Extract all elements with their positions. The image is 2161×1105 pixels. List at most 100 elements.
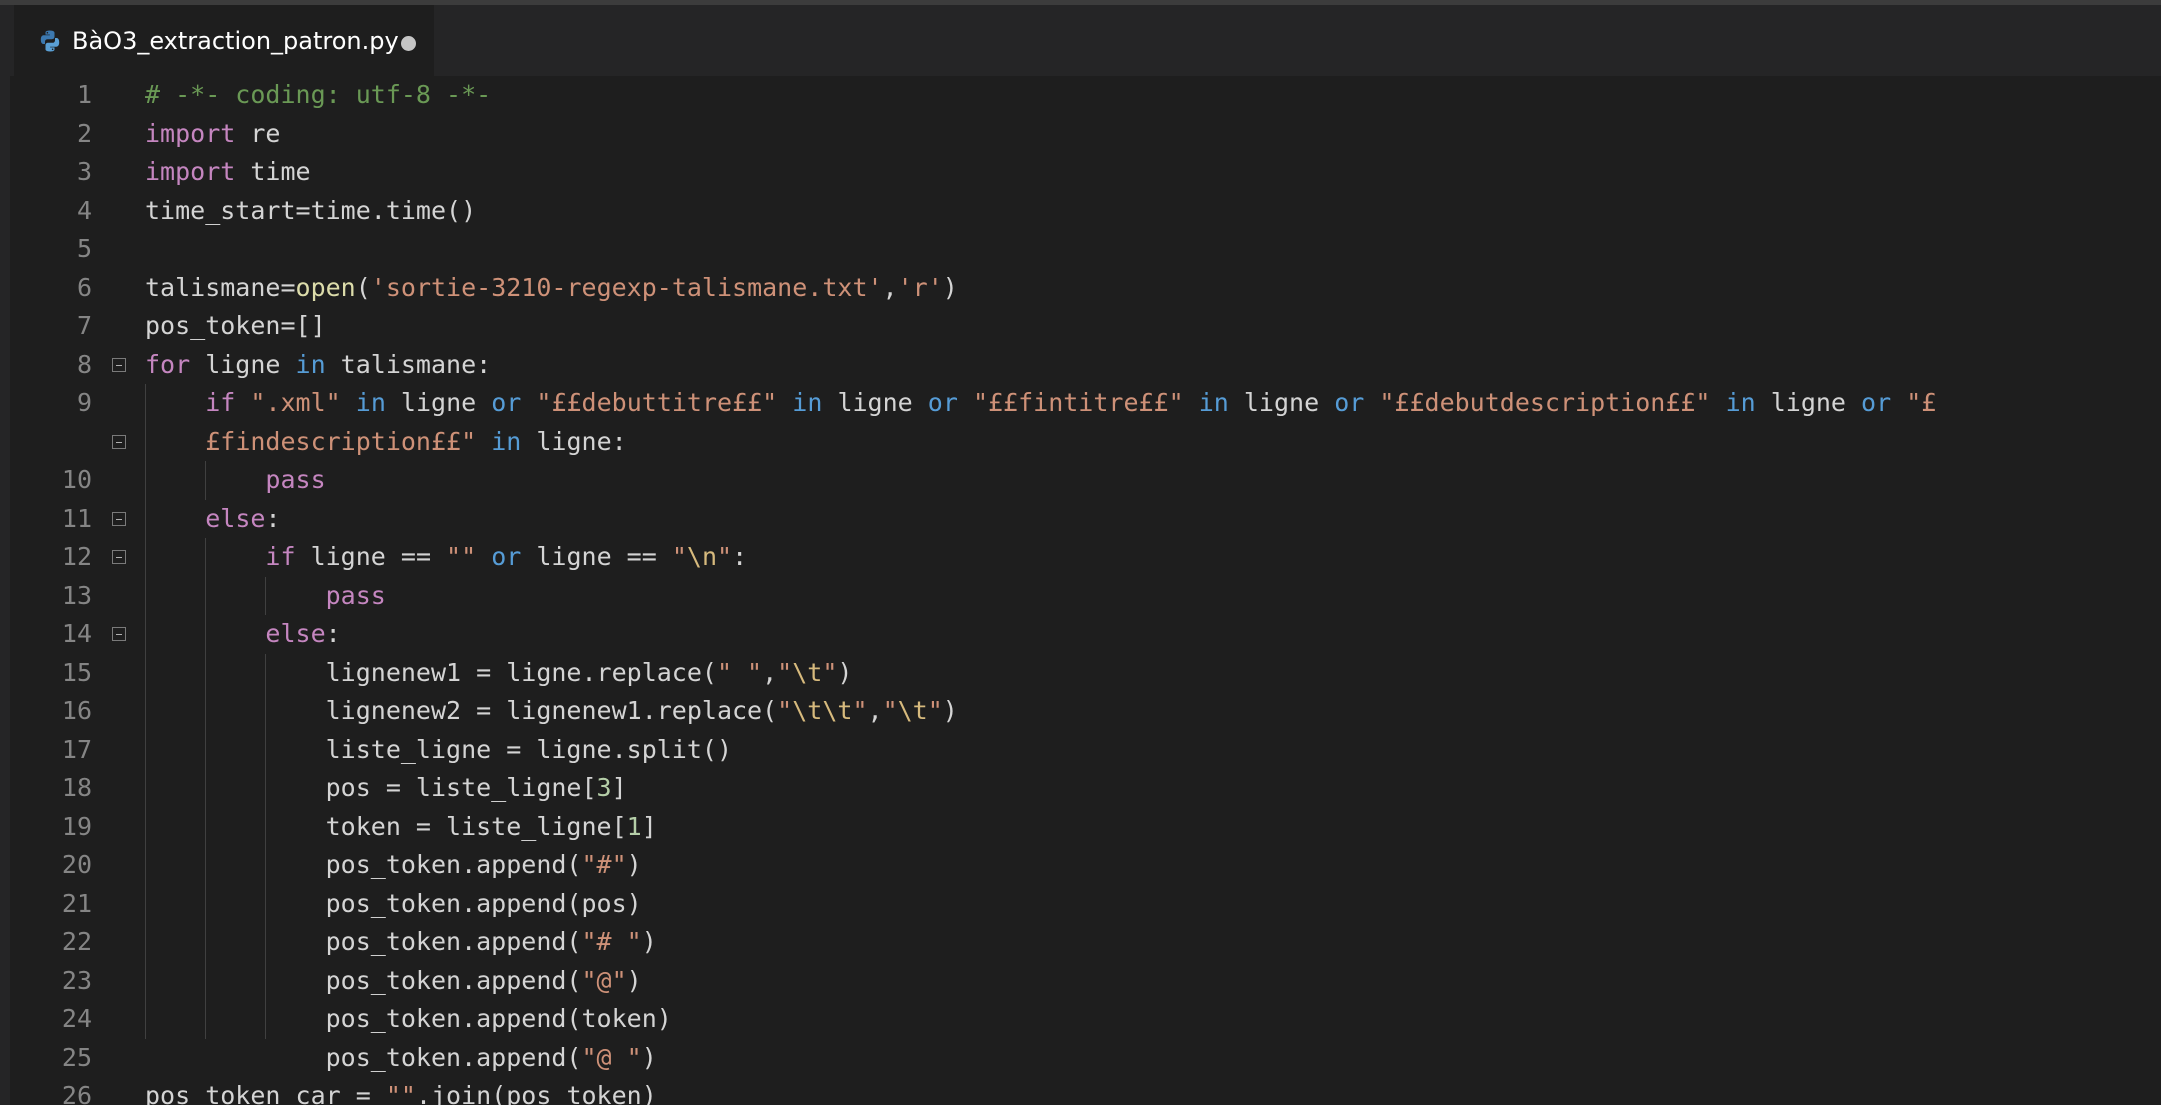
code-text: lignenew2 = lignenew1.replace("\t\t","\t…	[145, 692, 958, 730]
code-editor[interactable]: 1 # -*- coding: utf-8 -*- 2 import re 3 impor…	[10, 76, 2161, 1105]
code-token: if	[265, 542, 296, 571]
code-token: "	[717, 542, 733, 571]
line-number: 21	[61, 888, 92, 918]
indent-guide	[265, 653, 266, 1039]
code-line[interactable]: 19 token = liste_ligne[1]	[10, 808, 2161, 846]
fold-collapse-icon[interactable]	[112, 434, 126, 449]
code-line[interactable]: 21 pos_token.append(pos)	[10, 885, 2161, 923]
code-token: "	[777, 657, 793, 687]
code-line[interactable]: 6 talismane=open('sortie-3210-regexp-tali…	[10, 269, 2161, 307]
code-text: pos_token.append("# ")	[145, 923, 657, 961]
line-number: 20	[61, 850, 92, 879]
code-token: in	[1725, 388, 1756, 417]
code-line[interactable]: 4 time_start=time.time()	[10, 192, 2161, 230]
code-token: if	[205, 388, 236, 417]
tab-title: BàO3_extraction_patron.py	[72, 27, 399, 55]
code-token: lignenew1 = ligne.replace(	[145, 657, 717, 687]
code-line[interactable]: 8 for ligne in talismane:	[10, 346, 2161, 384]
code-line[interactable]: 23 pos_token.append("@")	[10, 962, 2161, 1000]
fold-collapse-icon[interactable]	[112, 357, 126, 372]
code-token: time	[235, 157, 311, 186]
code-token: time_start=time.time()	[145, 195, 477, 225]
code-line[interactable]: 12 if ligne == "" or ligne == "\n":	[10, 538, 2161, 576]
line-number: 15	[61, 657, 92, 687]
code-token: ligne	[190, 349, 296, 379]
line-number: 2	[76, 118, 92, 148]
code-text: pos_token=[]	[145, 307, 326, 345]
code-token: 'sortie-3210-regexp-talismane.txt'	[370, 272, 883, 302]
fold-collapse-icon[interactable]	[112, 627, 126, 641]
code-token: )	[626, 850, 642, 879]
code-text: pass	[145, 461, 325, 499]
code-token: "	[671, 542, 687, 571]
line-number: 14	[61, 619, 92, 648]
code-token: "# "	[581, 927, 642, 956]
code-token: re	[235, 118, 281, 148]
unsaved-dot-icon[interactable]	[401, 36, 416, 51]
indent-guide	[145, 384, 146, 1039]
code-line[interactable]: 14 else:	[10, 615, 2161, 653]
code-token: 3	[596, 773, 612, 802]
code-line[interactable]: 5	[10, 230, 2161, 268]
code-line[interactable]: 10 pass	[10, 461, 2161, 499]
code-line[interactable]: 17 liste_ligne = ligne.split()	[10, 731, 2161, 769]
code-token: in	[355, 388, 386, 417]
code-line[interactable]: 16 lignenew2 = lignenew1.replace("\t\t",…	[10, 692, 2161, 730]
line-number: 4	[76, 195, 92, 225]
editor-tab[interactable]: BàO3_extraction_patron.py	[14, 5, 434, 76]
code-line[interactable]: 18 pos = liste_ligne[3]	[10, 769, 2161, 807]
code-token: else	[265, 619, 326, 648]
code-line[interactable]: 1 # -*- coding: utf-8 -*-	[10, 76, 2161, 114]
code-token: talismane=	[145, 272, 296, 302]
fold-collapse-icon[interactable]	[112, 511, 126, 526]
code-line[interactable]: 26 pos_token_car = "".join(pos_token)	[10, 1077, 2161, 1105]
code-text: pos_token.append("@ ")	[145, 1039, 657, 1077]
code-token: pos_token_car =	[145, 1081, 386, 1105]
code-line[interactable]: 20 pos_token.append("#")	[10, 846, 2161, 884]
line-number: 22	[61, 927, 92, 956]
code-line[interactable]: 22 pos_token.append("# ")	[10, 923, 2161, 961]
code-token: )	[837, 657, 853, 687]
code-text: pos_token.append("#")	[145, 846, 642, 884]
code-line[interactable]: 9 if ".xml" in ligne or "££debuttitre££"…	[10, 384, 2161, 422]
code-text: pos_token.append(token)	[145, 1000, 672, 1038]
code-line[interactable]: 24 pos_token.append(token)	[10, 1000, 2161, 1038]
code-text: pos_token.append("@")	[145, 962, 642, 1000]
code-token: import	[145, 118, 236, 148]
tab-bar: BàO3_extraction_patron.py	[0, 0, 2161, 76]
line-number: 12	[61, 542, 92, 571]
code-token: ]	[641, 811, 657, 841]
line-number: 19	[61, 811, 92, 841]
code-line[interactable]: 11 else:	[10, 500, 2161, 538]
code-token: "££fintitre££"	[972, 388, 1184, 417]
code-line[interactable]: 7 pos_token=[]	[10, 307, 2161, 345]
line-number: 5	[76, 234, 92, 263]
code-token: :	[732, 542, 748, 571]
code-line[interactable]: 3 import time	[10, 153, 2161, 191]
code-line[interactable]: 25 pos_token.append("@ ")	[10, 1039, 2161, 1077]
code-token: pos = liste_ligne[	[145, 773, 597, 802]
fold-collapse-icon[interactable]	[112, 550, 126, 564]
code-token: :	[265, 503, 281, 533]
left-border	[0, 76, 10, 1105]
code-line[interactable]: £findescription££" in ligne:	[10, 423, 2161, 461]
code-token: ligne	[385, 388, 492, 417]
code-token: (	[355, 272, 371, 302]
code-token: ""	[446, 542, 477, 571]
code-token: " "	[716, 657, 763, 687]
code-line[interactable]: 13 pass	[10, 577, 2161, 615]
code-text: token = liste_ligne[1]	[145, 808, 657, 846]
code-line[interactable]: 2 import re	[10, 115, 2161, 153]
line-number: 3	[76, 157, 92, 186]
code-line[interactable]: 15 lignenew1 = ligne.replace(" ","\t")	[10, 654, 2161, 692]
code-token: # -*- coding: utf-8 -*-	[145, 80, 492, 109]
code-token: .join(pos_token)	[415, 1081, 657, 1105]
python-icon	[40, 30, 60, 52]
code-token: ligne	[1228, 388, 1335, 417]
code-token: talismane:	[325, 349, 492, 379]
code-token: :	[325, 619, 341, 648]
code-token: pos_token.append(	[145, 965, 582, 995]
